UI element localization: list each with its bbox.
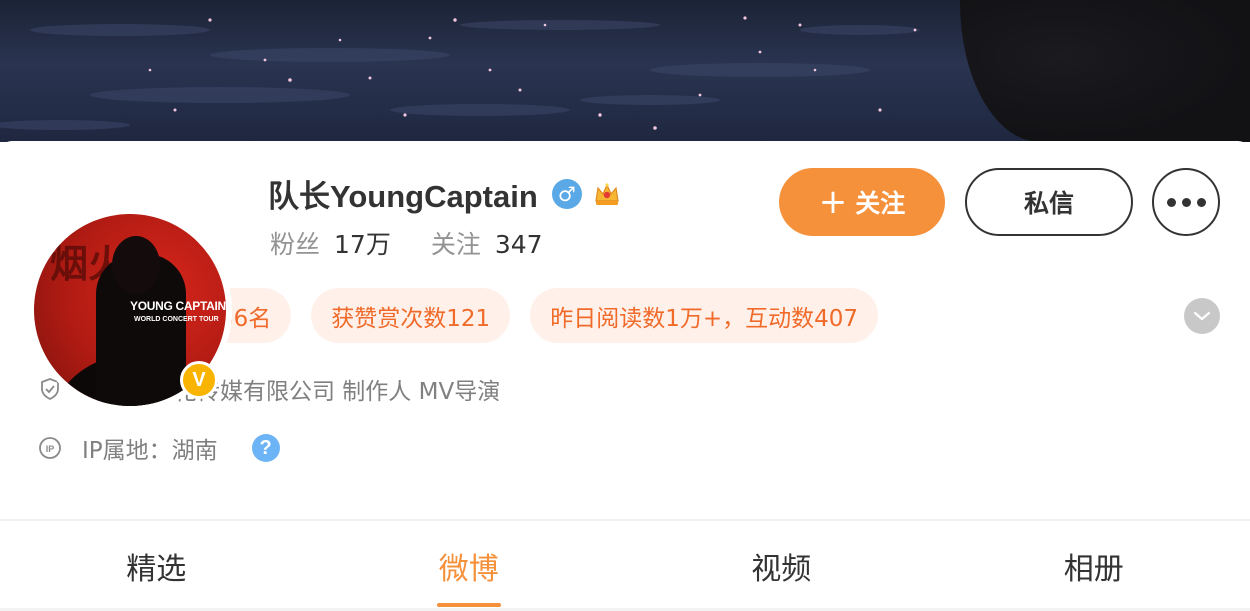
- avatar-silhouette-head: [112, 236, 160, 294]
- more-dots-icon: [1196, 197, 1206, 207]
- verified-badge-icon: V: [180, 361, 218, 399]
- expand-tags-button[interactable]: [1184, 298, 1220, 334]
- svg-text:IP: IP: [46, 444, 55, 454]
- tag-reading-stats[interactable]: 昨日阅读数1万+，互动数407: [530, 288, 878, 343]
- avatar-poster-subtitle: WORLD CONCERT TOUR: [134, 316, 219, 323]
- tab-weibo[interactable]: 微博: [313, 521, 626, 611]
- follow-button[interactable]: + 关注: [779, 168, 945, 236]
- following-label[interactable]: 关注: [431, 225, 481, 261]
- more-options-button[interactable]: [1152, 168, 1220, 236]
- more-dots-icon: [1166, 197, 1176, 207]
- following-count[interactable]: 347: [495, 230, 543, 259]
- chevron-down-icon: [1193, 311, 1211, 321]
- followers-count[interactable]: 17万: [334, 225, 391, 261]
- profile-tabs: 精选 微博 视频 相册: [0, 521, 1250, 611]
- tab-albums[interactable]: 相册: [938, 521, 1250, 611]
- more-dots-icon: [1181, 197, 1191, 207]
- ip-location-row: IP IP属地：湖南 ?: [38, 431, 280, 465]
- ip-icon: IP: [38, 436, 62, 460]
- profile-cover: [0, 0, 1250, 142]
- message-button[interactable]: 私信: [965, 168, 1133, 236]
- cover-rock-shadow: [960, 0, 1250, 142]
- tab-featured[interactable]: 精选: [0, 521, 313, 611]
- tag-reward-count[interactable]: 获赞赏次数121: [311, 288, 511, 343]
- help-icon[interactable]: ?: [251, 434, 280, 462]
- plus-icon: +: [818, 182, 848, 222]
- tab-videos[interactable]: 视频: [625, 521, 938, 611]
- followers-label[interactable]: 粉丝: [270, 225, 320, 261]
- crown-icon: [595, 182, 619, 205]
- message-button-label: 私信: [1023, 189, 1074, 218]
- avatar-poster-title: YOUNG CAPTAIN: [130, 299, 226, 313]
- profile-name: 队长YoungCaptain: [268, 179, 538, 214]
- name-row: 队长YoungCaptain ♂: [268, 171, 622, 216]
- profile-card: 烟火 YOUNG CAPTAIN WORLD CONCERT TOUR V 队长…: [0, 141, 1250, 611]
- male-icon: ♂: [551, 178, 582, 209]
- follow-button-label: 关注: [855, 189, 906, 218]
- profile-stats: 粉丝 17万 关注 347: [270, 225, 583, 261]
- ip-location-text: IP属地：湖南: [82, 438, 218, 464]
